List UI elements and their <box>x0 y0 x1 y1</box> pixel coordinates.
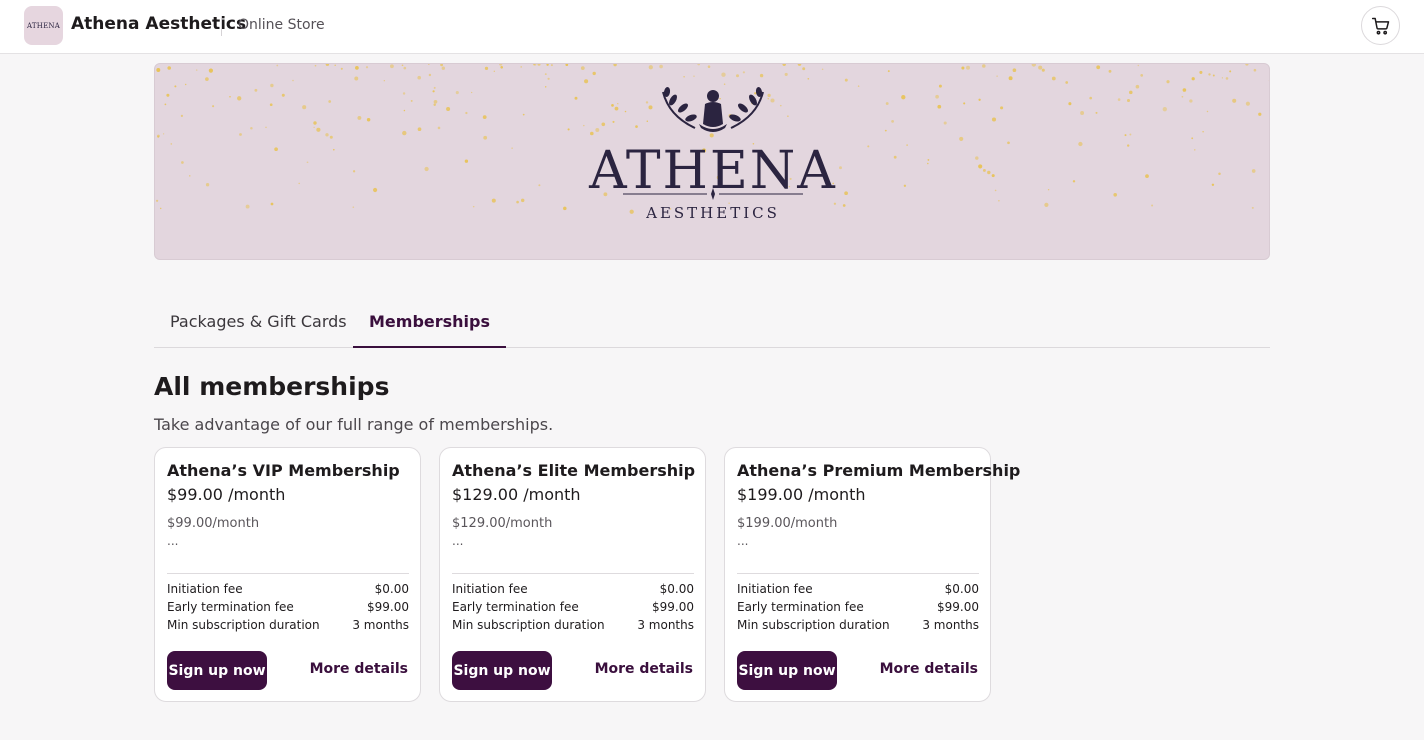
brand-name[interactable]: Athena Aesthetics <box>71 14 246 34</box>
tab-bar: Packages & Gift Cards Memberships <box>154 300 1270 348</box>
fee-label: Early termination fee <box>452 600 579 614</box>
fee-value: $0.00 <box>659 582 694 596</box>
card-divider <box>737 573 979 574</box>
page-subtitle: Take advantage of our full range of memb… <box>154 415 554 434</box>
fee-value: $0.00 <box>944 582 979 596</box>
membership-card-premium: Athena’s Premium Membership $199.00 /mon… <box>724 447 1020 702</box>
fee-label: Min subscription duration <box>737 618 890 632</box>
sign-up-button[interactable]: Sign up now <box>737 651 837 690</box>
fee-value: $99.00 <box>937 600 979 614</box>
cart-button[interactable] <box>1361 6 1400 45</box>
membership-description: $199.00/month <box>737 516 838 531</box>
description-ellipsis: ... <box>737 534 749 548</box>
membership-title: Athena’s Premium Membership <box>737 461 1021 480</box>
membership-description: $99.00/month <box>167 516 260 531</box>
more-details-link[interactable]: More details <box>595 661 693 677</box>
fee-value: $99.00 <box>367 600 409 614</box>
more-details-link[interactable]: More details <box>880 661 978 677</box>
fee-row-min-duration: Min subscription duration 3 months <box>737 618 979 636</box>
fee-row-early-termination: Early termination fee $99.00 <box>452 600 694 618</box>
membership-price: $199.00 /month <box>737 485 866 504</box>
description-ellipsis: ... <box>452 534 464 548</box>
store-label: Online Store <box>238 17 325 33</box>
more-details-link[interactable]: More details <box>310 661 408 677</box>
fee-row-initiation: Initiation fee $0.00 <box>167 582 409 600</box>
logo-text: ATHENA <box>27 21 60 30</box>
fee-row-initiation: Initiation fee $0.00 <box>452 582 694 600</box>
fee-value: 3 months <box>922 618 979 632</box>
fee-row-early-termination: Early termination fee $99.00 <box>737 600 979 618</box>
fee-label: Early termination fee <box>167 600 294 614</box>
fee-value: 3 months <box>637 618 694 632</box>
membership-price: $129.00 /month <box>452 485 581 504</box>
banner-subtitle: AESTHETICS <box>645 204 780 222</box>
membership-title: Athena’s Elite Membership <box>452 461 696 480</box>
card-divider <box>167 573 409 574</box>
athena-emblem-icon <box>662 87 764 132</box>
description-ellipsis: ... <box>167 534 179 548</box>
fee-value: 3 months <box>352 618 409 632</box>
fee-value: $99.00 <box>652 600 694 614</box>
fee-row-min-duration: Min subscription duration 3 months <box>167 618 409 636</box>
header-divider <box>221 16 222 36</box>
fee-row-min-duration: Min subscription duration 3 months <box>452 618 694 636</box>
tab-memberships[interactable]: Memberships <box>353 300 507 348</box>
membership-description: $129.00/month <box>452 516 553 531</box>
fee-label: Min subscription duration <box>167 618 320 632</box>
top-bar: ATHENA Athena Aesthetics Online Store <box>0 0 1424 54</box>
card-divider <box>452 573 694 574</box>
fee-label: Early termination fee <box>737 600 864 614</box>
page-title: All memberships <box>154 372 390 401</box>
cart-icon <box>1371 17 1389 35</box>
fee-label: Min subscription duration <box>452 618 605 632</box>
fee-label: Initiation fee <box>737 582 813 596</box>
fee-value: $0.00 <box>374 582 409 596</box>
sign-up-button[interactable]: Sign up now <box>452 651 552 690</box>
fee-label: Initiation fee <box>452 582 528 596</box>
tab-packages-gift-cards[interactable]: Packages & Gift Cards <box>154 300 363 348</box>
membership-price: $99.00 /month <box>167 485 286 504</box>
hero-banner: ATHENA AESTHETICS <box>154 63 1270 260</box>
membership-title: Athena’s VIP Membership <box>167 461 400 480</box>
fee-row-early-termination: Early termination fee $99.00 <box>167 600 409 618</box>
membership-card-elite: Athena’s Elite Membership $129.00 /month… <box>439 447 706 702</box>
membership-card-vip: Athena’s VIP Membership $99.00 /month $9… <box>154 447 421 702</box>
fee-row-initiation: Initiation fee $0.00 <box>737 582 979 600</box>
banner-art: ATHENA AESTHETICS <box>155 64 1269 222</box>
store-logo[interactable]: ATHENA <box>24 6 63 45</box>
fee-label: Initiation fee <box>167 582 243 596</box>
sign-up-button[interactable]: Sign up now <box>167 651 267 690</box>
